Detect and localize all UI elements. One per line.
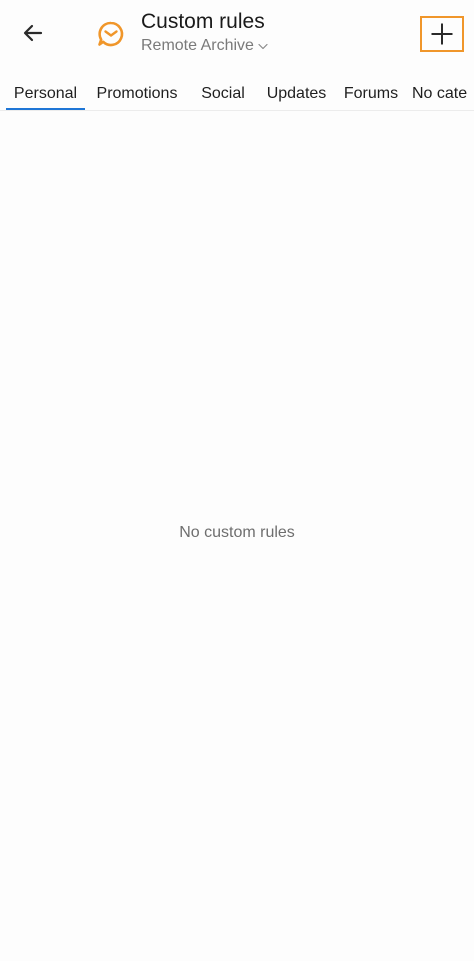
page-title: Custom rules — [141, 10, 265, 33]
chevron-down-icon — [258, 43, 268, 50]
add-rule-button[interactable] — [420, 16, 464, 52]
arrow-left-icon — [23, 24, 43, 42]
tab-personal[interactable]: Personal — [6, 80, 85, 110]
app-bar: Custom rules Remote Archive — [0, 0, 474, 72]
tab-promotions[interactable]: Promotions — [91, 80, 183, 110]
tab-no-category[interactable]: No cate — [412, 80, 474, 110]
empty-state-message: No custom rules — [179, 524, 295, 541]
tab-social[interactable]: Social — [198, 80, 248, 110]
tab-forums[interactable]: Forums — [340, 80, 402, 110]
tab-updates[interactable]: Updates — [263, 80, 330, 110]
back-button[interactable] — [12, 12, 54, 54]
plus-icon — [431, 23, 453, 45]
app-logo-icon — [97, 20, 125, 48]
account-selector[interactable]: Remote Archive — [141, 36, 268, 56]
title-block: Custom rules Remote Archive — [141, 9, 401, 56]
category-tabs: Personal Promotions Social Updates Forum… — [0, 80, 474, 111]
account-name: Remote Archive — [141, 37, 254, 54]
